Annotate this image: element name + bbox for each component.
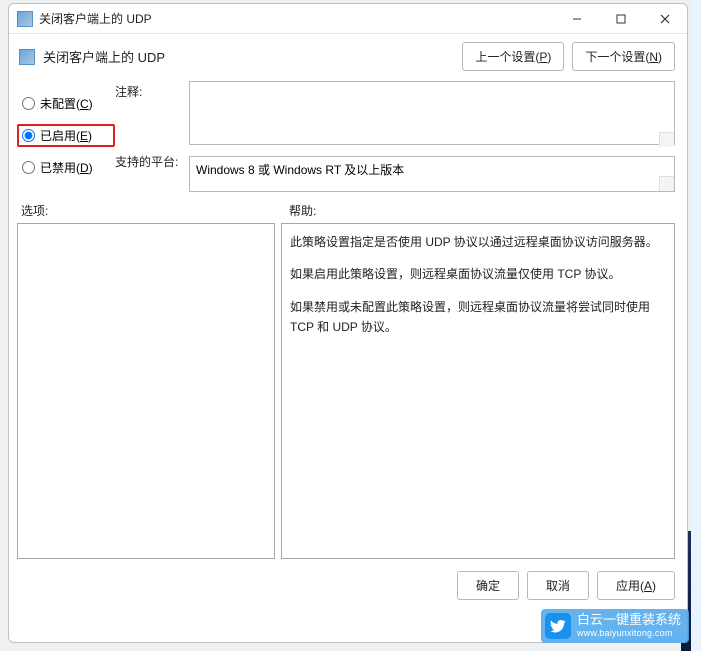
close-button[interactable]	[643, 4, 687, 34]
radio-enabled[interactable]: 已启用(E)	[17, 124, 115, 147]
header-row: 关闭客户端上的 UDP 上一个设置(P) 下一个设置(N)	[9, 34, 687, 75]
radio-disabled[interactable]: 已禁用(D)	[17, 157, 115, 178]
cancel-button[interactable]: 取消	[527, 571, 589, 600]
radio-group: 未配置(C) 已启用(E) 已禁用(D)	[17, 81, 115, 192]
policy-title: 关闭客户端上的 UDP	[43, 47, 454, 66]
dialog-window: 关闭客户端上的 UDP 关闭客户端上的 UDP 上一个设置(P) 下一个设置(N…	[8, 3, 688, 643]
radio-not-configured[interactable]: 未配置(C)	[17, 93, 115, 114]
window-title: 关闭客户端上的 UDP	[39, 10, 555, 27]
comment-textarea[interactable]	[189, 81, 675, 145]
radio-not-configured-input[interactable]	[22, 97, 35, 110]
titlebar: 关闭客户端上的 UDP	[9, 4, 687, 34]
radio-enabled-input[interactable]	[22, 129, 35, 142]
help-paragraph: 如果禁用或未配置此策略设置，则远程桌面协议流量将尝试同时使用 TCP 和 UDP…	[290, 297, 666, 338]
ok-button[interactable]: 确定	[457, 571, 519, 600]
options-label: 选项:	[21, 202, 289, 219]
radio-label: 未配置(C)	[40, 95, 93, 112]
supported-platforms-box: Windows 8 或 Windows RT 及以上版本	[189, 156, 675, 192]
help-paragraph: 如果启用此策略设置，则远程桌面协议流量仅使用 TCP 协议。	[290, 264, 666, 284]
help-panel: 此策略设置指定是否使用 UDP 协议以通过远程桌面协议访问服务器。 如果启用此策…	[281, 223, 675, 559]
radio-disabled-input[interactable]	[22, 161, 35, 174]
previous-setting-button[interactable]: 上一个设置(P)	[462, 42, 564, 71]
comment-label: 注释:	[115, 83, 189, 153]
maximize-button[interactable]	[599, 4, 643, 34]
next-setting-button[interactable]: 下一个设置(N)	[572, 42, 675, 71]
radio-label: 已禁用(D)	[40, 159, 93, 176]
radio-label: 已启用(E)	[40, 127, 92, 144]
apply-button[interactable]: 应用(A)	[597, 571, 675, 600]
button-bar: 确定 取消 应用(A)	[9, 565, 687, 606]
supported-platforms-text: Windows 8 或 Windows RT 及以上版本	[196, 163, 404, 177]
platforms-label: 支持的平台:	[115, 153, 189, 187]
help-label: 帮助:	[289, 202, 675, 219]
help-paragraph: 此策略设置指定是否使用 UDP 协议以通过远程桌面协议访问服务器。	[290, 232, 666, 252]
app-icon	[17, 11, 33, 27]
policy-icon	[19, 49, 35, 65]
minimize-button[interactable]	[555, 4, 599, 34]
options-panel	[17, 223, 275, 559]
